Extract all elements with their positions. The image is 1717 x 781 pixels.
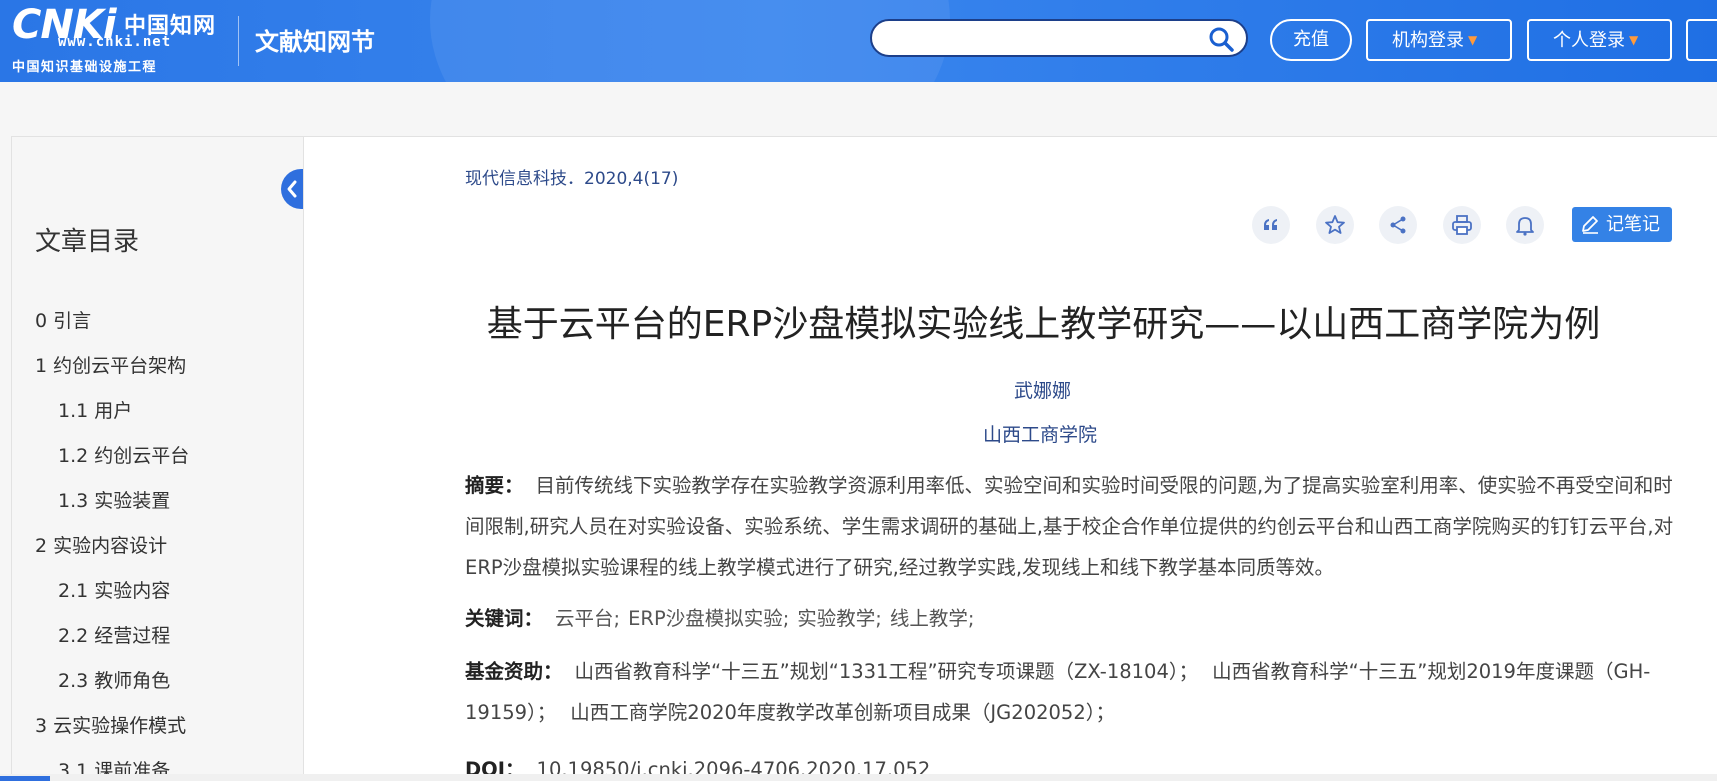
toc-item[interactable]: 1.2 约创云平台 bbox=[58, 441, 189, 468]
abstract-text: 目前传统线下实验教学存在实验教学资源利用率低、实验空间和实验时间受限的问题,为了… bbox=[465, 474, 1674, 579]
star-icon[interactable] bbox=[1316, 206, 1354, 244]
cnki-logo[interactable]: CNKi 中国知网 www.cnki.net 中国知识基础设施工程 bbox=[8, 4, 224, 76]
toc-item[interactable]: 1.3 实验装置 bbox=[58, 486, 170, 513]
top-header: CNKi 中国知网 www.cnki.net 中国知识基础设施工程 文献知网节 … bbox=[0, 0, 1717, 82]
toc-item[interactable]: 2.2 经营过程 bbox=[58, 621, 170, 648]
logo-url-text: www.cnki.net bbox=[58, 34, 172, 50]
search-box bbox=[870, 19, 1248, 57]
toc-item[interactable]: 1 约创云平台架构 bbox=[35, 351, 186, 378]
keyword-link[interactable]: 实验教学; bbox=[797, 607, 882, 630]
logo-subtitle: 中国知识基础设施工程 bbox=[12, 60, 158, 75]
take-note-label: 记笔记 bbox=[1606, 214, 1660, 235]
funds-section: 基金资助： 山西省教育科学“十三五”规划“1331工程”研究专项课题（ZX-181… bbox=[465, 651, 1675, 733]
chevron-left-icon bbox=[287, 180, 297, 198]
keyword-link[interactable]: 云平台; bbox=[555, 607, 620, 630]
pencil-icon bbox=[1582, 216, 1598, 234]
chevron-down-icon: ▼ bbox=[1468, 33, 1478, 47]
take-note-button[interactable]: 记笔记 bbox=[1572, 207, 1672, 242]
site-name[interactable]: 文献知网节 bbox=[255, 22, 375, 57]
bell-icon[interactable] bbox=[1506, 206, 1544, 244]
register-button[interactable] bbox=[1686, 19, 1717, 61]
search-input[interactable] bbox=[886, 27, 1196, 49]
print-icon[interactable] bbox=[1443, 206, 1481, 244]
header-divider bbox=[238, 16, 239, 66]
abstract-label: 摘要： bbox=[465, 474, 524, 497]
search-icon[interactable] bbox=[1208, 26, 1234, 52]
toc-item[interactable]: 3 云实验操作模式 bbox=[35, 711, 186, 738]
keywords-label: 关键词： bbox=[465, 607, 544, 630]
personal-login-button[interactable]: 个人登录 ▼ bbox=[1527, 19, 1672, 61]
toc-item[interactable]: 2 实验内容设计 bbox=[35, 531, 167, 558]
institution-login-button[interactable]: 机构登录 ▼ bbox=[1366, 19, 1512, 61]
keyword-link[interactable]: ERP沙盘模拟实验; bbox=[628, 607, 789, 630]
article-title: 基于云平台的ERP沙盘模拟实验线上教学研究——以山西工商学院为例 bbox=[486, 304, 1601, 345]
horizontal-scrollbar[interactable] bbox=[0, 774, 1717, 781]
chevron-down-icon: ▼ bbox=[1629, 33, 1639, 47]
recharge-button[interactable]: 充值 bbox=[1270, 19, 1352, 61]
keyword-link[interactable]: 线上教学; bbox=[890, 607, 975, 630]
author-link[interactable]: 武娜娜 bbox=[1014, 376, 1071, 403]
institution-link[interactable]: 山西工商学院 bbox=[983, 420, 1097, 447]
keywords-section: 关键词： 云平台; ERP沙盘模拟实验; 实验教学; 线上教学; bbox=[465, 599, 1675, 638]
fund-link[interactable]: 山西省教育科学“十三五”规划“1331工程”研究专项课题（ZX-18104）； bbox=[575, 660, 1199, 683]
toc-item[interactable]: 2.3 教师角色 bbox=[58, 666, 170, 693]
toc-item[interactable]: 1.1 用户 bbox=[58, 396, 132, 423]
share-icon[interactable] bbox=[1379, 206, 1417, 244]
quote-icon[interactable] bbox=[1252, 206, 1290, 244]
funds-label: 基金资助： bbox=[465, 660, 563, 683]
fund-link[interactable]: 山西工商学院2020年度教学改革创新项目成果（JG202052）； bbox=[570, 701, 1115, 724]
abstract-section: 摘要： 目前传统线下实验教学存在实验教学资源利用率低、实验空间和实验时间受限的问题… bbox=[465, 465, 1675, 588]
scrollbar-thumb[interactable] bbox=[0, 776, 50, 781]
personal-login-label: 个人登录 bbox=[1553, 30, 1625, 51]
journal-source-link[interactable]: 现代信息科技．2020,4(17) bbox=[465, 164, 678, 189]
collapse-sidebar-button[interactable] bbox=[281, 169, 305, 209]
toc-title: 文章目录 bbox=[35, 227, 140, 257]
institution-login-label: 机构登录 bbox=[1392, 30, 1464, 51]
toc-item[interactable]: 2.1 实验内容 bbox=[58, 576, 170, 603]
